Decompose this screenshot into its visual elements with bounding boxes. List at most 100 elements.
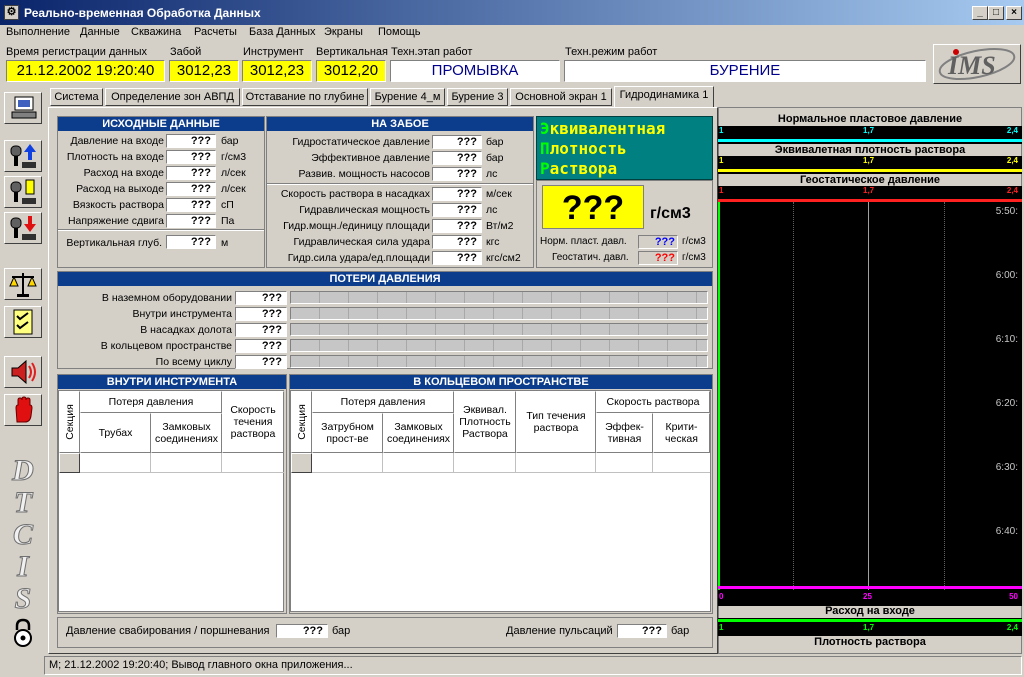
menu-data[interactable]: Данные: [80, 26, 120, 38]
stop-hand-icon[interactable]: [4, 394, 42, 426]
stage-label: Техн.этап работ: [391, 46, 473, 58]
table-cell[interactable]: [596, 453, 653, 473]
menu-run[interactable]: Выполнение: [6, 26, 70, 38]
scale-min: 1: [719, 623, 724, 632]
track-density-scale: 1 1,7 2,4: [718, 618, 1022, 636]
table-cell[interactable]: [383, 453, 454, 473]
lock-icon[interactable]: [10, 618, 36, 648]
row-header[interactable]: [59, 453, 80, 473]
param-value: ???: [432, 235, 482, 249]
grid-line: [793, 202, 794, 590]
loss-bar: [290, 307, 708, 320]
track-chart[interactable]: 1 1,7 2,4 5:50: 6:00: 6:10: 6:20: 6:30: …: [718, 186, 1022, 606]
param-unit: бар: [221, 135, 239, 147]
param-label: Гидростатическое давление: [292, 136, 430, 148]
scales-icon[interactable]: [4, 268, 42, 300]
svg-text:T: T: [14, 486, 34, 519]
col-flow-speed: Скорость течения раствора: [222, 391, 284, 453]
tab-hydrodynamics-1[interactable]: Гидродинамика 1: [614, 86, 714, 107]
flow-scale-line: [718, 586, 1022, 589]
pump-info-icon[interactable]: [4, 176, 42, 208]
vert-label: Вертикальная: [316, 46, 388, 58]
loss-label: В насадках долота: [140, 324, 232, 336]
ecd-initial: Э: [540, 119, 550, 138]
param-unit: кгс: [486, 236, 500, 248]
param-unit: сП: [221, 199, 234, 211]
svg-text:C: C: [13, 518, 34, 551]
ims-logo-text: IMS: [947, 51, 996, 80]
menu-screens[interactable]: Экраны: [324, 26, 363, 38]
checklist-icon[interactable]: [4, 306, 42, 338]
table-cell[interactable]: [80, 453, 151, 473]
table-cell[interactable]: [454, 453, 516, 473]
title-bar[interactable]: ⚙ Реально-временная Обработка Данных _ □…: [0, 0, 1024, 25]
tab-main-screen-1[interactable]: Основной экран 1: [510, 88, 612, 106]
divider: [58, 229, 264, 231]
loss-bar: [290, 355, 708, 368]
swab-value: ???: [276, 624, 328, 638]
computer-user-icon[interactable]: [4, 92, 42, 124]
table-cell[interactable]: [222, 453, 284, 473]
norm-pressure-value: ???: [638, 235, 678, 249]
initial-data-title: ИСХОДНЫЕ ДАННЫЕ: [58, 117, 264, 131]
time-tick: 6:10:: [995, 334, 1018, 345]
trace-line: [718, 202, 720, 590]
row-header[interactable]: [291, 453, 312, 473]
tab-drilling-4m[interactable]: Бурение 4_м: [370, 88, 445, 106]
alarm-speaker-icon[interactable]: [4, 356, 42, 388]
track-flow-label: Расход на входе: [825, 605, 915, 617]
time-tick: 6:40:: [995, 526, 1018, 537]
menu-well[interactable]: Скважина: [131, 26, 181, 38]
menu-calc[interactable]: Расчеты: [194, 26, 237, 38]
menu-help[interactable]: Помощь: [378, 26, 421, 38]
ecd-word: аствора: [549, 159, 618, 178]
param-label: Развив. мощность насосов: [298, 168, 430, 180]
loss-label: Внутри инструмента: [132, 308, 232, 320]
maximize-button[interactable]: □: [988, 6, 1004, 20]
bottom-value: 3012,23: [169, 60, 239, 82]
param-unit: м/сек: [486, 188, 512, 200]
vdepth-unit: м: [221, 237, 229, 249]
loss-value: ???: [235, 355, 287, 369]
annulus-grid[interactable]: Секция Потеря давления Затрубном прост-в…: [290, 390, 711, 612]
param-label: Гидравлическая мощность: [299, 204, 430, 216]
losses-title: ПОТЕРИ ДАВЛЕНИЯ: [58, 272, 712, 286]
param-unit: бар: [486, 152, 504, 164]
scale-mid: 1,7: [863, 186, 875, 195]
loss-bar: [290, 339, 708, 352]
col-joints: Замковых соединениях: [383, 413, 454, 453]
minimize-button[interactable]: _: [972, 6, 988, 20]
loss-bar: [290, 323, 708, 336]
tab-depth-lag[interactable]: Отставание по глубине: [242, 88, 368, 106]
param-value: ???: [432, 203, 482, 217]
param-label: Эффективное давление: [311, 152, 430, 164]
loss-bar: [290, 291, 708, 304]
app-icon[interactable]: ⚙: [4, 5, 19, 20]
loss-label: В наземном оборудовании: [101, 292, 232, 304]
pump-up-icon[interactable]: [4, 140, 42, 172]
tab-system[interactable]: Система: [50, 88, 103, 106]
table-cell[interactable]: [151, 453, 222, 473]
close-button[interactable]: ×: [1006, 6, 1022, 20]
param-label: Расход на входе: [83, 167, 164, 179]
tab-avpd-zones[interactable]: Определение зон АВПД: [105, 88, 240, 106]
table-cell[interactable]: [653, 453, 710, 473]
param-value: ???: [432, 151, 482, 165]
param-value: ???: [166, 182, 216, 196]
grid-line: [944, 202, 945, 590]
table-cell[interactable]: [312, 453, 383, 473]
param-unit: бар: [486, 136, 504, 148]
param-value: ???: [432, 251, 482, 265]
menu-database[interactable]: База Данных: [249, 26, 316, 38]
loss-value: ???: [235, 323, 287, 337]
track-density-label: Плотность раствора: [814, 636, 926, 648]
pump-down-icon[interactable]: [4, 212, 42, 244]
annulus-title: В КОЛЬЦЕВОМ ПРОСТРАНСТВЕ: [290, 375, 712, 389]
ecd-initial: П: [540, 139, 550, 158]
tab-drilling-3[interactable]: Бурение 3: [447, 88, 508, 106]
scale-min: 0: [719, 592, 724, 601]
table-cell[interactable]: [516, 453, 596, 473]
col-joints: Замковых соединениях: [151, 413, 222, 453]
ims-logo: IMS: [933, 44, 1021, 84]
inside-tool-grid[interactable]: Секция Потеря давления Трубах Замковых с…: [58, 390, 284, 612]
